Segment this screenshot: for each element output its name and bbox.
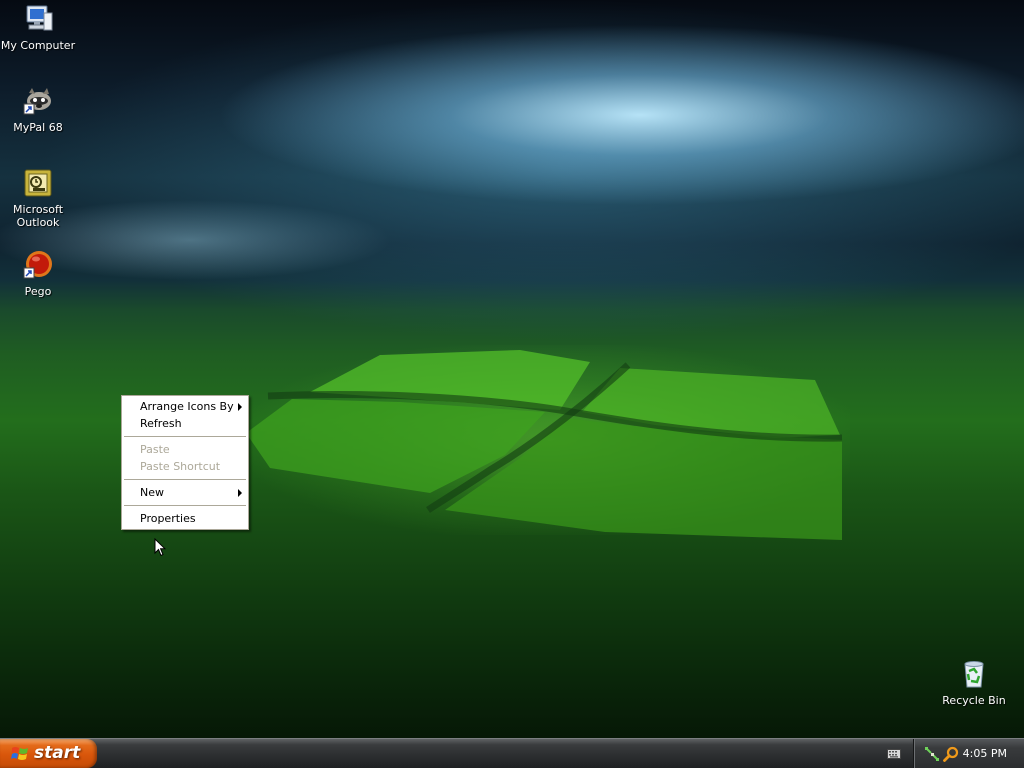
desktop-icon-label: MyPal 68 [13, 121, 63, 134]
pego-icon [22, 249, 54, 281]
menu-item-arrange-icons-by[interactable]: Arrange Icons By [122, 398, 248, 415]
network-icon[interactable] [924, 746, 940, 762]
menu-separator [124, 436, 246, 437]
menu-item-label: New [140, 486, 164, 499]
start-label: start [34, 743, 81, 763]
desktop-icon-label: Microsoft Outlook [12, 203, 64, 229]
desktop-icon-mypal[interactable]: MyPal 68 [0, 85, 76, 134]
desktop-icon-label: Recycle Bin [942, 694, 1006, 707]
desktop-icon-my-computer[interactable]: My Computer [0, 3, 76, 52]
desktop-icon-outlook[interactable]: Microsoft Outlook [0, 167, 76, 229]
keyboard-icon[interactable] [887, 748, 901, 760]
desktop-icon-label: My Computer [0, 39, 76, 52]
desktop-icon-pego[interactable]: Pego [0, 249, 76, 298]
windows-flag-icon [11, 747, 28, 760]
menu-item-label: Properties [140, 512, 196, 525]
menu-item-label: Paste [140, 443, 170, 456]
menu-separator [124, 505, 246, 506]
menu-item-label: Refresh [140, 417, 182, 430]
desktop[interactable]: My Computer MyPal 68 Microsoft Outlook P… [0, 0, 1024, 738]
clock[interactable]: 4:05 PM [963, 739, 1007, 768]
menu-separator [124, 479, 246, 480]
my-computer-icon [22, 3, 54, 35]
recycle-bin-icon [958, 658, 990, 690]
search-magnifier-icon[interactable] [943, 746, 959, 762]
outlook-icon [22, 167, 54, 199]
menu-item-label: Arrange Icons By [140, 400, 234, 413]
menu-item-label: Paste Shortcut [140, 460, 221, 473]
start-button[interactable]: start [0, 739, 97, 768]
submenu-arrow-icon [238, 403, 242, 411]
menu-item-refresh[interactable]: Refresh [122, 415, 248, 432]
system-tray: 4:05 PM [913, 739, 1024, 768]
desktop-context-menu: Arrange Icons By Refresh Paste Paste Sho… [121, 395, 249, 530]
desktop-icon-label: Pego [24, 285, 52, 298]
menu-item-paste-shortcut: Paste Shortcut [122, 458, 248, 475]
mouse-pointer-icon [154, 538, 166, 557]
wallpaper-glow [250, 345, 850, 535]
menu-item-properties[interactable]: Properties [122, 510, 248, 527]
submenu-arrow-icon [238, 489, 242, 497]
menu-item-paste: Paste [122, 441, 248, 458]
menu-item-new[interactable]: New [122, 484, 248, 501]
desktop-icon-recycle-bin[interactable]: Recycle Bin [936, 658, 1012, 707]
taskbar: start 4:05 PM [0, 738, 1024, 768]
mypal-raccoon-icon [22, 85, 54, 117]
